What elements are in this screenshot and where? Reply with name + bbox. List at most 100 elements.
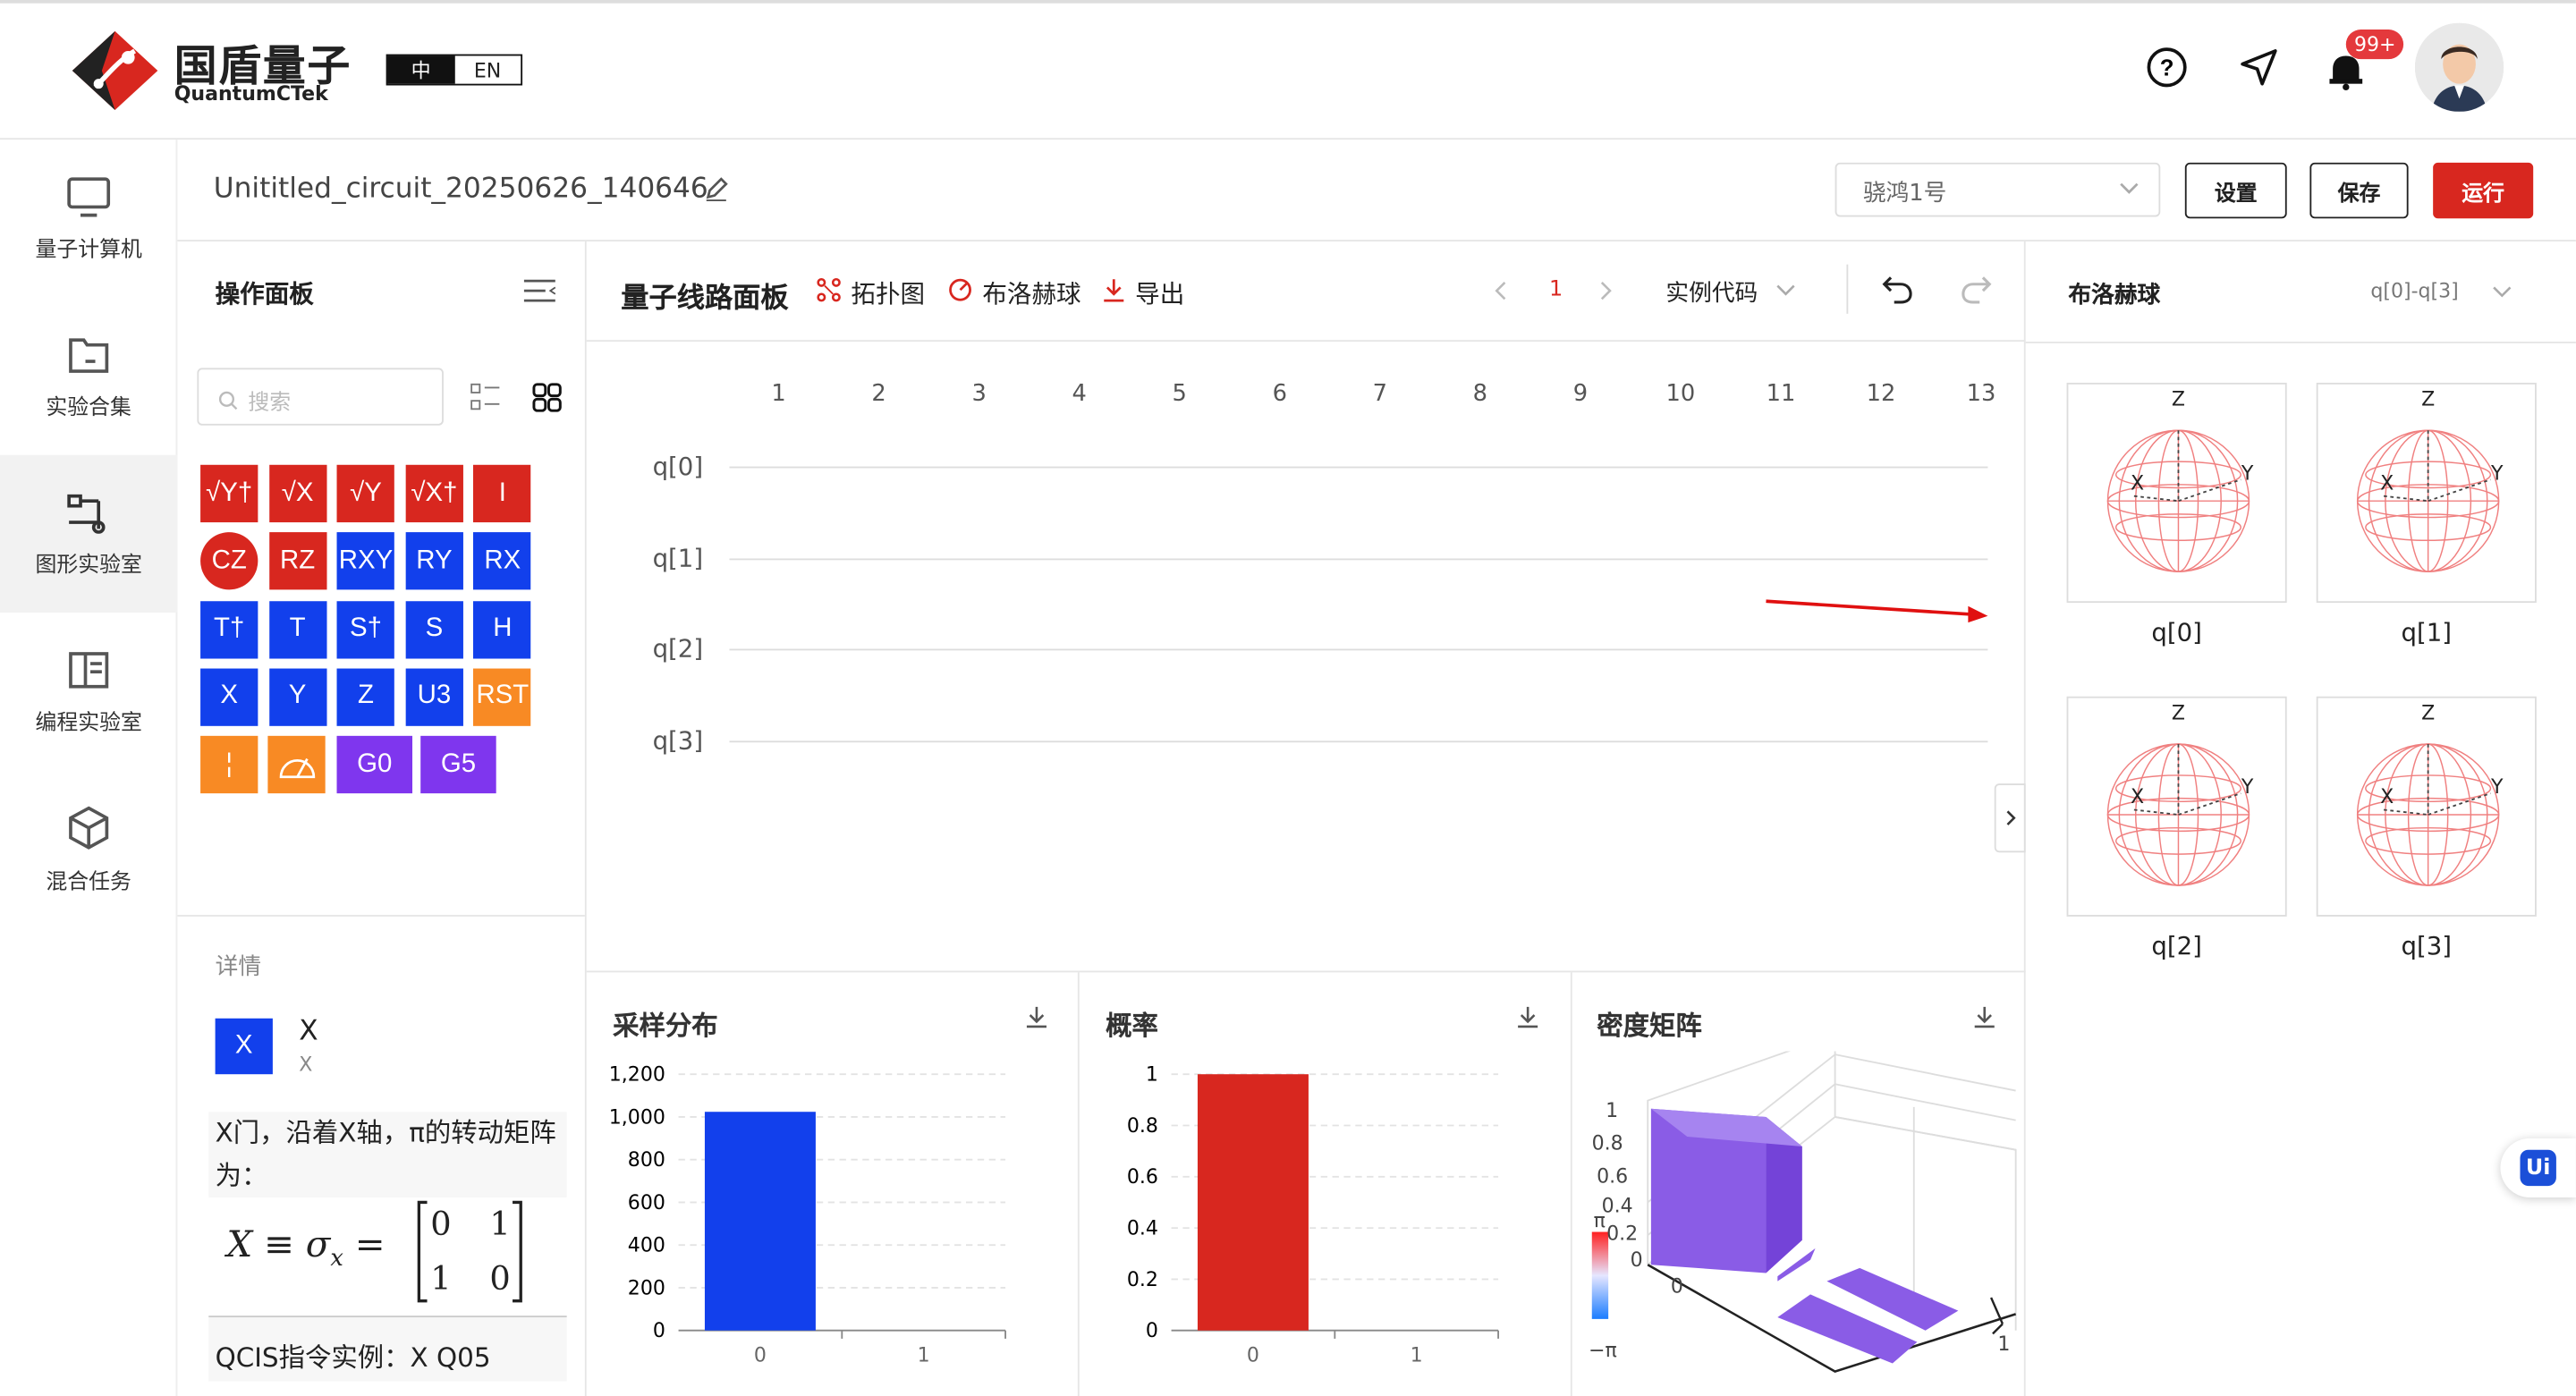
help-icon[interactable]: ? — [2146, 46, 2189, 89]
bloch-sphere[interactable]: Z X Y — [2316, 382, 2537, 604]
y-tick-label: 0.8 — [1127, 1115, 1158, 1138]
column-number: 12 — [1866, 381, 1896, 408]
gate-u3[interactable]: U3 — [405, 668, 463, 726]
gate-x[interactable]: X — [200, 668, 258, 726]
ui-assistant-widget[interactable]: Ui — [2500, 1138, 2576, 1197]
z-tick: 0 — [1631, 1249, 1643, 1272]
gate-t[interactable]: T† — [200, 600, 258, 658]
x-axis-label: X — [2131, 472, 2144, 495]
page-number[interactable]: 1 — [1549, 277, 1563, 302]
download-icon[interactable] — [1973, 1005, 1996, 1030]
search-input[interactable]: 搜索 — [197, 368, 444, 426]
y-axis-label: Y — [2490, 462, 2504, 485]
send-icon[interactable] — [2238, 46, 2281, 89]
gate-gate[interactable]: ¦ — [200, 736, 258, 794]
list-view-icon[interactable] — [470, 381, 503, 414]
topology-button[interactable]: 拓扑图 — [851, 276, 925, 311]
qubit-line[interactable] — [729, 466, 1988, 469]
qubit-range-select[interactable]: q[0]-q[3] — [2370, 279, 2458, 302]
gate-y[interactable]: Y — [268, 668, 326, 726]
gate-rxy[interactable]: RXY — [336, 532, 395, 590]
nav-graphic-lab[interactable]: 图形实验室 — [0, 454, 178, 613]
gate-s[interactable]: S — [405, 600, 463, 658]
device-select[interactable]: 骁鸿1号 — [1835, 162, 2161, 217]
gate-y[interactable]: √Y† — [200, 464, 258, 523]
nav-label: 编程实验室 — [35, 710, 142, 735]
gate-rst[interactable]: RST — [473, 668, 531, 726]
qubit-label[interactable]: q[2] — [631, 634, 704, 664]
column-number: 13 — [1966, 381, 1996, 408]
formula-text: X ≡ σ — [226, 1225, 331, 1267]
circuit-title[interactable]: Unititled_circuit_20250626_140646 — [214, 173, 708, 206]
measure-gate[interactable] — [267, 736, 326, 794]
x-axis-label: X — [2131, 786, 2144, 808]
undo-icon[interactable] — [1881, 275, 1914, 304]
save-button[interactable]: 保存 — [2309, 162, 2409, 219]
red-arrow-annotation — [1766, 599, 1988, 623]
prev-page-icon[interactable] — [1495, 281, 1508, 300]
bloch-button[interactable]: 布洛赫球 — [982, 276, 1080, 311]
run-button[interactable]: 运行 — [2433, 162, 2534, 219]
gate-g5[interactable]: G5 — [420, 736, 496, 794]
measure-icon — [278, 757, 315, 778]
gate-rx[interactable]: RX — [473, 532, 531, 590]
download-icon[interactable] — [1025, 1005, 1048, 1030]
nav-experiment-collection[interactable]: 实验合集 — [0, 297, 177, 454]
bloch-sphere[interactable]: Z X Y — [2066, 382, 2287, 604]
details-gate-icon: X — [215, 1018, 273, 1075]
probability-title: 概率 — [1106, 1010, 1158, 1042]
qcis-example: QCIS指令实例：X Q05 — [208, 1316, 567, 1382]
expand-panel-button[interactable] — [1994, 783, 2026, 853]
example-code-dropdown[interactable]: 实例代码 — [1665, 276, 1758, 309]
gate-z[interactable]: Z — [336, 668, 395, 726]
qubit-label[interactable]: q[3] — [631, 725, 704, 755]
qubit-line[interactable] — [729, 648, 1988, 651]
lang-zh[interactable]: 中 — [387, 55, 454, 84]
gate-h[interactable]: H — [473, 600, 531, 658]
redo-icon[interactable] — [1960, 275, 1993, 304]
collapse-menu-icon[interactable] — [522, 276, 558, 306]
gate-i[interactable]: I — [473, 464, 531, 523]
gate-x[interactable]: √X† — [405, 464, 463, 523]
formula-lhs: X ≡ σx = — [226, 1225, 385, 1272]
qubit-line[interactable] — [729, 740, 1988, 742]
next-page-icon[interactable] — [1600, 281, 1614, 300]
topology-icon — [817, 277, 841, 302]
bloch-sphere[interactable]: Z X Y — [2066, 696, 2287, 917]
probability-chart: 0 0.2 0.4 0.6 0.8 1 0 1 — [1127, 1064, 1499, 1367]
nav-quantum-computer[interactable]: 量子计算机 — [0, 140, 177, 297]
matrix-cell: 1 — [430, 1257, 452, 1298]
qubit-label[interactable]: q[0] — [631, 452, 704, 481]
export-button[interactable]: 导出 — [1135, 276, 1184, 311]
nav-hybrid-tasks[interactable]: 混合任务 — [0, 770, 177, 927]
download-icon[interactable] — [1516, 1005, 1539, 1030]
bloch-sphere[interactable]: Z X Y — [2316, 696, 2537, 917]
lang-en[interactable]: EN — [454, 55, 521, 83]
grid-view-icon[interactable] — [530, 381, 564, 414]
gate-y[interactable]: √Y — [336, 464, 395, 523]
gate-s[interactable]: S† — [336, 600, 395, 658]
gate-rz[interactable]: RZ — [268, 532, 326, 590]
y-axis-label: Y — [2241, 462, 2254, 485]
y-tick-label: 800 — [628, 1149, 665, 1172]
bar[interactable] — [1197, 1074, 1309, 1331]
folder-icon — [69, 337, 109, 373]
y-tick-label: 200 — [628, 1277, 665, 1299]
qubit-label[interactable]: q[1] — [631, 543, 704, 572]
bar[interactable] — [704, 1112, 816, 1331]
avatar[interactable] — [2414, 22, 2504, 112]
settings-button[interactable]: 设置 — [2184, 162, 2287, 219]
details-gate-name: X — [299, 1015, 318, 1048]
gate-x[interactable]: √X — [268, 464, 326, 523]
nav-programming-lab[interactable]: 编程实验室 — [0, 613, 177, 770]
gate-g0[interactable]: G0 — [336, 736, 413, 794]
y-tick-label: 600 — [628, 1192, 665, 1214]
quantumctek-logo-icon[interactable] — [69, 28, 161, 114]
y-tick-label: 0.6 — [1127, 1166, 1158, 1189]
qubit-line[interactable] — [729, 557, 1988, 560]
gate-ry[interactable]: RY — [405, 532, 463, 590]
language-switch[interactable]: 中 EN — [386, 54, 523, 86]
x-tick: 0 — [1671, 1275, 1683, 1298]
edit-icon[interactable] — [703, 176, 729, 202]
gate-t[interactable]: T — [268, 600, 326, 658]
